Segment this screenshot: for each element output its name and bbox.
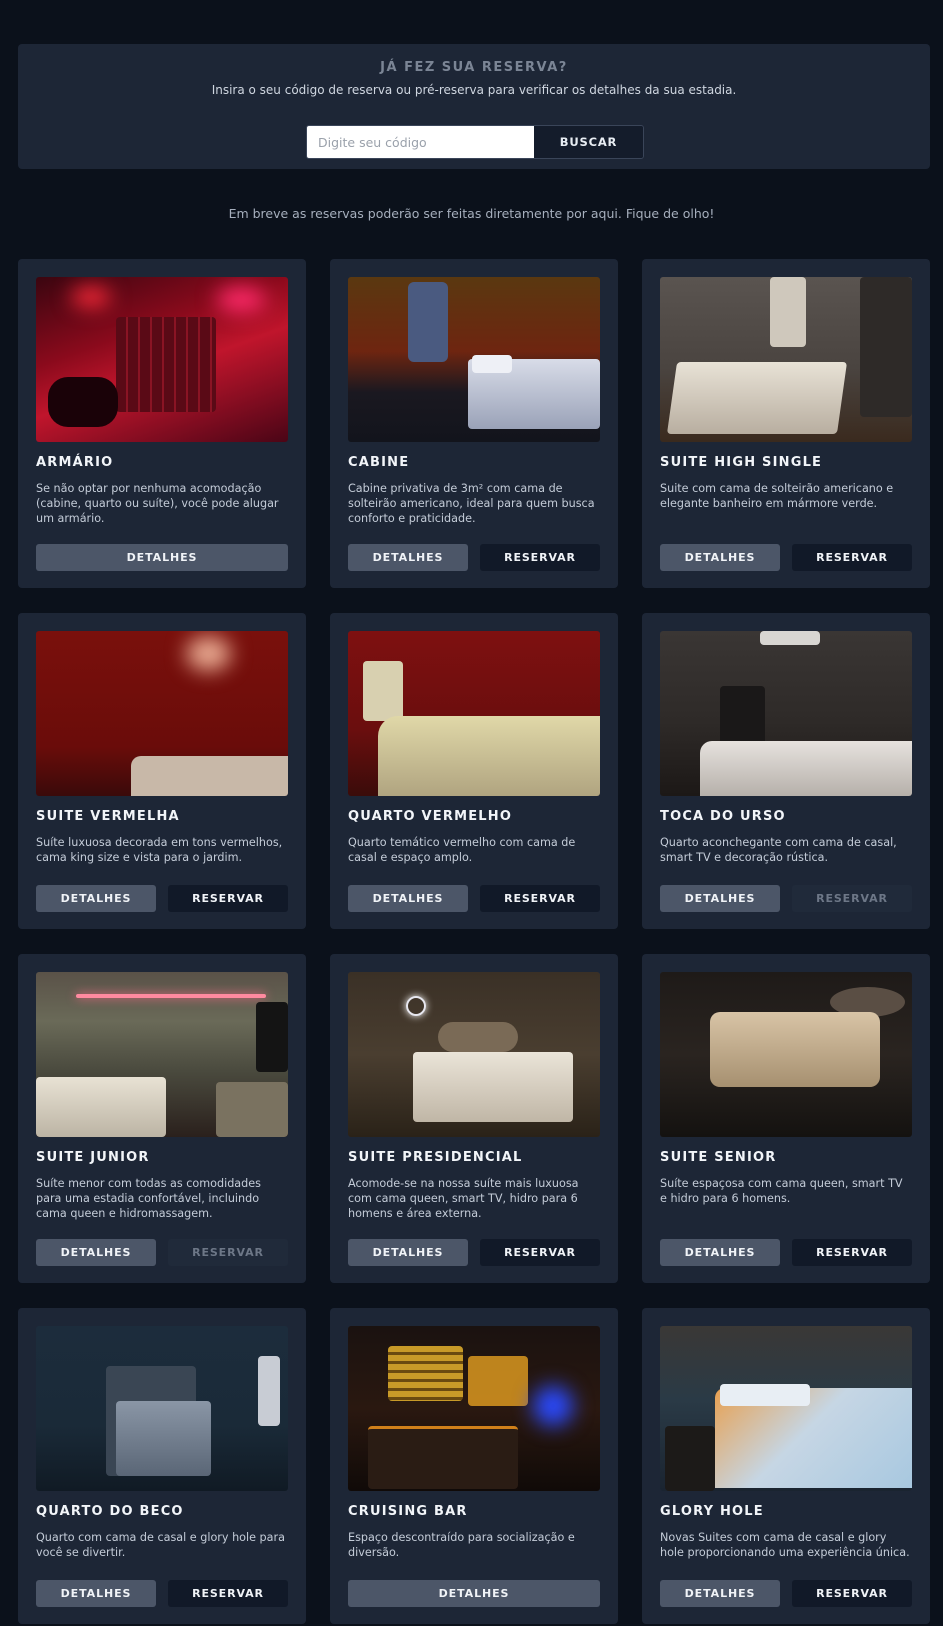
details-button[interactable]: DETALHES — [348, 885, 468, 912]
reservation-search-row: BUSCAR — [306, 125, 644, 159]
reserve-button[interactable]: RESERVAR — [792, 544, 912, 571]
reserve-button-disabled[interactable]: RESERVAR — [168, 1239, 288, 1266]
card-actions: DETALHES RESERVAR — [660, 885, 912, 912]
reserve-button-disabled[interactable]: RESERVAR — [792, 885, 912, 912]
photo-cruising-bar — [348, 1326, 600, 1491]
card-title: CABINE — [348, 455, 410, 470]
reserve-button[interactable]: RESERVAR — [168, 1580, 288, 1607]
reservation-subtitle: Insira o seu código de reserva ou pré-re… — [211, 83, 737, 97]
card-description: Suíte menor com todas as comodidades par… — [36, 1177, 261, 1220]
card-actions: DETALHES RESERVAR — [660, 1580, 912, 1607]
photo-quarto-vermelho — [348, 631, 600, 796]
details-button[interactable]: DETALHES — [348, 1239, 468, 1266]
card-suite-junior: SUITE JUNIOR Suíte menor com todas as co… — [18, 954, 306, 1283]
card-title: SUITE PRESIDENCIAL — [348, 1150, 523, 1165]
reserve-button[interactable]: RESERVAR — [792, 1239, 912, 1266]
photo-toca-do-urso — [660, 631, 912, 796]
details-button[interactable]: DETALHES — [660, 1580, 780, 1607]
reserve-button[interactable]: RESERVAR — [480, 1239, 600, 1266]
details-button[interactable]: DETALHES — [348, 1580, 600, 1607]
card-suite-vermelha: SUITE VERMELHA Suíte luxuosa decorada em… — [18, 613, 306, 929]
photo-suite-senior — [660, 972, 912, 1137]
photo-suite-junior — [36, 972, 288, 1137]
card-description: Suíte luxuosa decorada em tons vermelhos… — [36, 836, 283, 864]
card-title: ARMÁRIO — [36, 455, 114, 470]
card-cruising-bar: CRUISING BAR Espaço descontraído para so… — [330, 1308, 618, 1624]
photo-armario — [36, 277, 288, 442]
card-title: SUITE JUNIOR — [36, 1150, 150, 1165]
reserve-button[interactable]: RESERVAR — [168, 885, 288, 912]
card-suite-high-single: SUITE HIGH SINGLE Suite com cama de solt… — [642, 259, 930, 588]
card-description: Quarto temático vermelho com cama de cas… — [348, 836, 576, 864]
details-button[interactable]: DETALHES — [36, 544, 288, 571]
search-button[interactable]: BUSCAR — [534, 126, 643, 158]
card-actions: DETALHES RESERVAR — [660, 1239, 912, 1266]
card-title: CRUISING BAR — [348, 1504, 468, 1519]
photo-glory-hole — [660, 1326, 912, 1491]
card-description: Se não optar por nenhuma acomodação (cab… — [36, 482, 279, 525]
details-button[interactable]: DETALHES — [660, 1239, 780, 1266]
details-button[interactable]: DETALHES — [36, 885, 156, 912]
card-title: SUITE SENIOR — [660, 1150, 777, 1165]
card-suite-senior: SUITE SENIOR Suíte espaçosa com cama que… — [642, 954, 930, 1283]
card-armario: ARMÁRIO Se não optar por nenhuma acomoda… — [18, 259, 306, 588]
photo-quarto-do-beco — [36, 1326, 288, 1491]
card-actions: DETALHES — [36, 544, 288, 571]
card-actions: DETALHES RESERVAR — [660, 544, 912, 571]
card-glory-hole: GLORY HOLE Novas Suites com cama de casa… — [642, 1308, 930, 1624]
card-actions: DETALHES RESERVAR — [36, 1580, 288, 1607]
reservation-code-input[interactable] — [307, 126, 534, 158]
card-description: Quarto aconchegante com cama de casal, s… — [660, 836, 897, 864]
card-title: QUARTO VERMELHO — [348, 809, 513, 824]
card-title: SUITE HIGH SINGLE — [660, 455, 823, 470]
details-button[interactable]: DETALHES — [36, 1239, 156, 1266]
card-cabine: CABINE Cabine privativa de 3m² com cama … — [330, 259, 618, 588]
card-title: TOCA DO URSO — [660, 809, 786, 824]
card-description: Suite com cama de solteirão americano e … — [660, 482, 894, 510]
card-toca-do-urso: TOCA DO URSO Quarto aconchegante com cam… — [642, 613, 930, 929]
card-quarto-do-beco: QUARTO DO BECO Quarto com cama de casal … — [18, 1308, 306, 1624]
card-actions: DETALHES RESERVAR — [348, 1239, 600, 1266]
card-description: Quarto com cama de casal e glory hole pa… — [36, 1531, 285, 1559]
card-actions: DETALHES — [348, 1580, 600, 1607]
card-description: Cabine privativa de 3m² com cama de solt… — [348, 482, 595, 525]
card-description: Espaço descontraído para socialização e … — [348, 1531, 575, 1559]
card-actions: DETALHES RESERVAR — [36, 885, 288, 912]
details-button[interactable]: DETALHES — [348, 544, 468, 571]
card-description: Novas Suites com cama de casal e glory h… — [660, 1531, 910, 1559]
card-quarto-vermelho: QUARTO VERMELHO Quarto temático vermelho… — [330, 613, 618, 929]
reserve-button[interactable]: RESERVAR — [792, 1580, 912, 1607]
card-title: QUARTO DO BECO — [36, 1504, 184, 1519]
card-suite-presidencial: SUITE PRESIDENCIAL Acomode-se na nossa s… — [330, 954, 618, 1283]
details-button[interactable]: DETALHES — [660, 885, 780, 912]
details-button[interactable]: DETALHES — [660, 544, 780, 571]
accommodation-grid: ARMÁRIO Se não optar por nenhuma acomoda… — [18, 259, 930, 1624]
card-actions: DETALHES RESERVAR — [348, 885, 600, 912]
card-title: GLORY HOLE — [660, 1504, 764, 1519]
photo-suite-high-single — [660, 277, 912, 442]
reserve-button[interactable]: RESERVAR — [480, 544, 600, 571]
photo-suite-vermelha — [36, 631, 288, 796]
reserve-button[interactable]: RESERVAR — [480, 885, 600, 912]
card-actions: DETALHES RESERVAR — [36, 1239, 288, 1266]
card-description: Acomode-se na nossa suíte mais luxuosa c… — [348, 1177, 579, 1220]
reservation-lookup-panel: JÁ FEZ SUA RESERVA? Insira o seu código … — [18, 44, 930, 169]
photo-cabine — [348, 277, 600, 442]
details-button[interactable]: DETALHES — [36, 1580, 156, 1607]
card-title: SUITE VERMELHA — [36, 809, 180, 824]
card-actions: DETALHES RESERVAR — [348, 544, 600, 571]
photo-suite-presidencial — [348, 972, 600, 1137]
reservation-title: JÁ FEZ SUA RESERVA? — [380, 60, 568, 75]
card-description: Suíte espaçosa com cama queen, smart TV … — [660, 1177, 903, 1205]
booking-notice: Em breve as reservas poderão ser feitas … — [228, 206, 715, 221]
